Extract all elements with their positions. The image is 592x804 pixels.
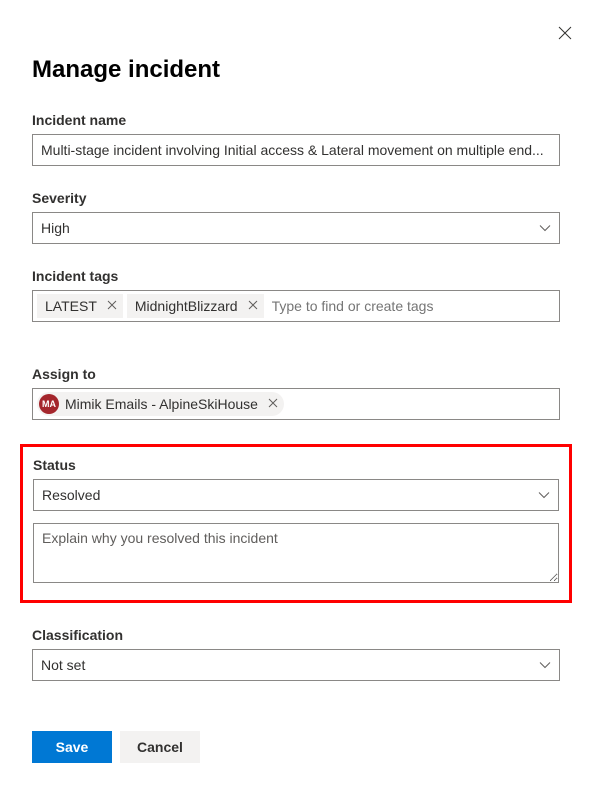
- tag-label: MidnightBlizzard: [135, 298, 238, 314]
- field-severity: Severity High: [32, 190, 560, 244]
- severity-select[interactable]: High: [32, 212, 560, 244]
- field-incident-tags: Incident tags LATEST MidnightBlizzard: [32, 268, 560, 322]
- incident-tags-label: Incident tags: [32, 268, 560, 284]
- assignee-remove-button[interactable]: [268, 397, 278, 411]
- incident-name-input[interactable]: [32, 134, 560, 166]
- close-icon: [558, 27, 572, 44]
- assignee-chip: MA Mimik Emails - AlpineSkiHouse: [37, 392, 284, 416]
- assignee-name: Mimik Emails - AlpineSkiHouse: [65, 396, 258, 412]
- close-icon: [248, 299, 258, 313]
- field-assign-to: Assign to MA Mimik Emails - AlpineSkiHou…: [32, 366, 560, 420]
- close-icon: [107, 299, 117, 313]
- tag-remove-button[interactable]: [248, 299, 258, 313]
- classification-value: Not set: [41, 657, 539, 673]
- assign-to-label: Assign to: [32, 366, 560, 382]
- cancel-button[interactable]: Cancel: [120, 731, 200, 763]
- tag-midnightblizzard: MidnightBlizzard: [127, 294, 264, 318]
- chevron-down-icon: [538, 489, 550, 501]
- incident-tags-input-wrap[interactable]: LATEST MidnightBlizzard: [32, 290, 560, 322]
- tag-label: LATEST: [45, 298, 97, 314]
- severity-label: Severity: [32, 190, 560, 206]
- field-status: Status Resolved: [33, 457, 559, 511]
- chevron-down-icon: [539, 659, 551, 671]
- assign-to-input[interactable]: MA Mimik Emails - AlpineSkiHouse: [32, 388, 560, 420]
- field-classification: Classification Not set: [32, 627, 560, 681]
- tag-remove-button[interactable]: [107, 299, 117, 313]
- status-label: Status: [33, 457, 559, 473]
- classification-select[interactable]: Not set: [32, 649, 560, 681]
- severity-value: High: [41, 220, 539, 236]
- save-button[interactable]: Save: [32, 731, 112, 763]
- status-explanation-textarea[interactable]: [33, 523, 559, 583]
- close-button[interactable]: [558, 26, 572, 44]
- incident-name-label: Incident name: [32, 112, 560, 128]
- tags-text-input[interactable]: [268, 296, 555, 316]
- page-title: Manage incident: [32, 56, 560, 84]
- status-value: Resolved: [42, 487, 538, 503]
- close-icon: [268, 397, 278, 411]
- tag-latest: LATEST: [37, 294, 123, 318]
- chevron-down-icon: [539, 222, 551, 234]
- avatar: MA: [39, 394, 59, 414]
- field-incident-name: Incident name: [32, 112, 560, 166]
- classification-label: Classification: [32, 627, 560, 643]
- button-row: Save Cancel: [32, 731, 560, 763]
- status-select[interactable]: Resolved: [33, 479, 559, 511]
- field-status-explanation: [33, 523, 559, 588]
- status-highlight-box: Status Resolved: [20, 444, 572, 603]
